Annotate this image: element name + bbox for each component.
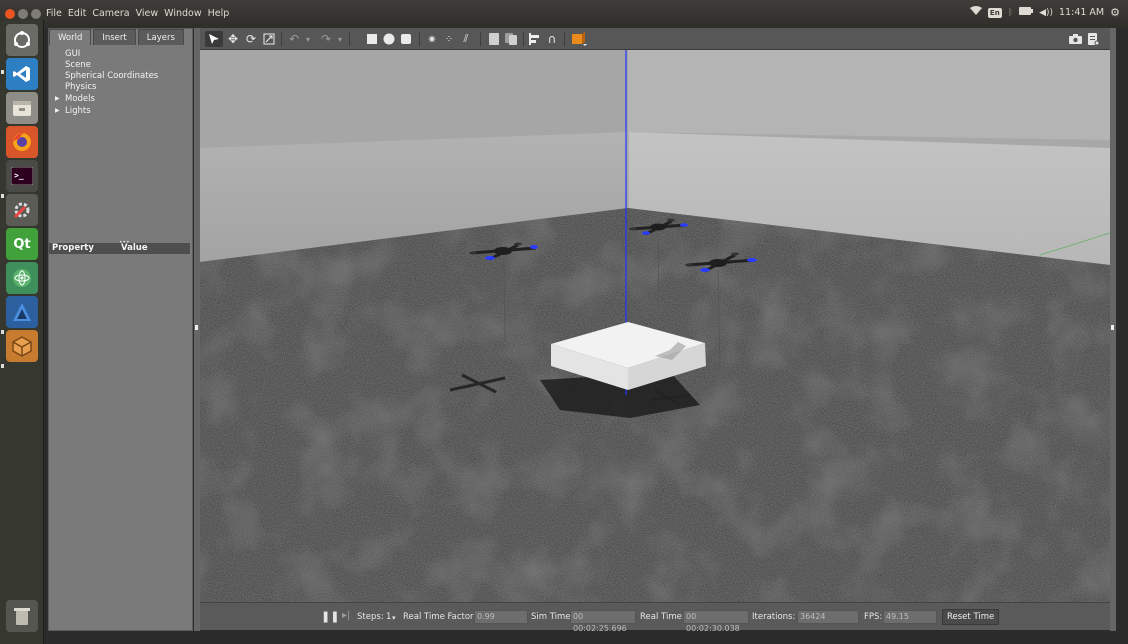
steps-label: Steps:	[357, 612, 384, 622]
tree-item-gui[interactable]: GUI	[55, 49, 158, 60]
gazebo-icon[interactable]	[6, 296, 38, 328]
point-light-icon[interactable]: ✷	[425, 31, 439, 47]
rotate-icon[interactable]: ⟳	[243, 31, 259, 47]
redo-history-icon[interactable]: ▾	[336, 31, 344, 47]
settings-gear-icon[interactable]: ⚙	[1110, 6, 1120, 19]
firefox-icon[interactable]	[6, 126, 38, 158]
ubuntu-dash-icon[interactable]	[6, 24, 38, 56]
undo-icon[interactable]: ↶	[286, 31, 302, 47]
copy-icon[interactable]	[487, 31, 501, 47]
redo-icon[interactable]: ↷	[318, 31, 334, 47]
tab-world[interactable]: World	[49, 29, 92, 45]
tab-layers[interactable]: Layers	[137, 29, 184, 45]
menu-bar: File Edit Camera View Window Help	[46, 8, 229, 19]
paste-icon[interactable]	[504, 31, 518, 47]
scene-toolbar: ✥ ⟳ ↶ ▾ ↷ ▾ ✷ ⁘ ⫽ ∩	[200, 28, 1110, 50]
system-settings-icon[interactable]	[6, 194, 38, 226]
tab-insert[interactable]: Insert	[93, 29, 136, 45]
right-panel-splitter[interactable]	[1110, 28, 1116, 631]
world-tree: GUI Scene Spherical Coordinates Physics …	[55, 49, 158, 117]
tree-item-label: GUI	[65, 49, 81, 59]
close-window-button[interactable]	[5, 9, 15, 19]
translate-icon[interactable]: ✥	[225, 31, 241, 47]
undo-history-icon[interactable]: ▾	[304, 31, 312, 47]
real-time-factor-field: 0.99	[474, 610, 528, 624]
menu-file[interactable]: File	[46, 8, 62, 19]
top-menubar: File Edit Camera View Window Help En ᛒ ◀…	[0, 0, 1128, 28]
box-icon[interactable]	[365, 31, 379, 47]
scene-render[interactable]	[200, 50, 1110, 602]
pause-icon[interactable]: ❚❚	[321, 610, 339, 623]
real-time-field: 00 00:02:30.038	[683, 610, 749, 633]
trash-icon[interactable]	[6, 600, 38, 632]
menu-view[interactable]: View	[136, 8, 159, 19]
expand-arrow-icon[interactable]: ▶	[55, 93, 65, 104]
sphere-icon[interactable]	[382, 31, 396, 47]
tree-item-label: Models	[65, 94, 95, 104]
wifi-icon[interactable]	[969, 6, 982, 19]
menu-window[interactable]: Window	[164, 8, 201, 19]
tree-item-label: Spherical Coordinates	[65, 71, 159, 81]
fps-field: 49.15	[883, 610, 937, 624]
align-icon[interactable]	[528, 31, 542, 47]
terminal-icon[interactable]: >_	[6, 160, 38, 192]
vscode-icon[interactable]	[6, 58, 38, 90]
step-icon[interactable]: ▸|	[342, 610, 350, 621]
volume-icon[interactable]: ◀))	[1039, 8, 1053, 18]
panel-tabs: World Insert Layers	[49, 29, 184, 45]
tree-item-spherical-coordinates[interactable]: Spherical Coordinates	[55, 71, 158, 82]
view-angle-icon[interactable]	[570, 31, 588, 47]
files-icon[interactable]	[6, 92, 38, 124]
tree-item-label: Lights	[65, 106, 91, 116]
scale-icon[interactable]	[261, 31, 277, 47]
cylinder-icon[interactable]	[399, 31, 413, 47]
svg-text:>_: >_	[14, 171, 24, 180]
tree-item-label: Scene	[65, 60, 91, 70]
menu-help[interactable]: Help	[208, 8, 230, 19]
screenshot-icon[interactable]	[1068, 31, 1082, 47]
steps-value[interactable]: 1	[386, 612, 391, 622]
atom-icon[interactable]	[6, 262, 38, 294]
log-icon[interactable]	[1086, 31, 1100, 47]
snap-icon[interactable]: ∩	[545, 31, 559, 47]
tree-item-label: Physics	[65, 82, 97, 92]
tree-item-models[interactable]: ▶ Models	[55, 93, 158, 105]
select-icon[interactable]	[205, 31, 223, 47]
real-time-factor-label: Real Time Factor:	[403, 612, 477, 622]
battery-icon[interactable]	[1019, 7, 1034, 18]
reset-time-button[interactable]: Reset Time	[942, 609, 1000, 625]
real-time-label: Real Time:	[640, 612, 685, 622]
property-column-header: Property	[52, 243, 94, 253]
launcher: >_ Qt	[0, 20, 44, 644]
minimize-window-button[interactable]	[18, 9, 28, 19]
qt-creator-icon[interactable]: Qt	[6, 228, 38, 260]
menu-camera[interactable]: Camera	[92, 8, 129, 19]
spot-light-icon[interactable]: ⁘	[442, 31, 456, 47]
clock[interactable]: 11:41 AM	[1059, 7, 1104, 18]
property-table-header: Property Value	[49, 243, 190, 254]
bluetooth-icon[interactable]: ᛒ	[1008, 8, 1013, 18]
steps-dropdown-icon[interactable]: ▾	[392, 614, 396, 622]
expand-arrow-icon[interactable]: ▶	[55, 105, 65, 116]
sim-time-field: 00 00:02:25.696	[570, 610, 636, 633]
tree-item-scene[interactable]: Scene	[55, 60, 158, 71]
fps-label: FPS:	[864, 612, 883, 622]
keyboard-layout-indicator[interactable]: En	[987, 7, 1002, 18]
maximize-window-button[interactable]	[31, 9, 41, 19]
tree-item-lights[interactable]: ▶ Lights	[55, 105, 158, 117]
sim-time-label: Sim Time:	[531, 612, 574, 622]
directional-light-icon[interactable]: ⫽	[459, 31, 473, 47]
menu-edit[interactable]: Edit	[68, 8, 86, 19]
iterations-label: Iterations:	[752, 612, 796, 622]
simulation-status-bar: ❚❚ ▸| Steps: 1 ▾ Real Time Factor: 0.99 …	[200, 602, 1110, 633]
scene-viewport[interactable]	[200, 50, 1110, 602]
tree-item-physics[interactable]: Physics	[55, 82, 158, 93]
system-tray: En ᛒ ◀)) 11:41 AM ⚙	[969, 6, 1120, 19]
iterations-field: 36424	[797, 610, 859, 624]
value-column-header: Value	[121, 243, 148, 253]
package-icon[interactable]	[6, 330, 38, 362]
world-panel: World Insert Layers GUI Scene Spherical …	[48, 28, 193, 631]
